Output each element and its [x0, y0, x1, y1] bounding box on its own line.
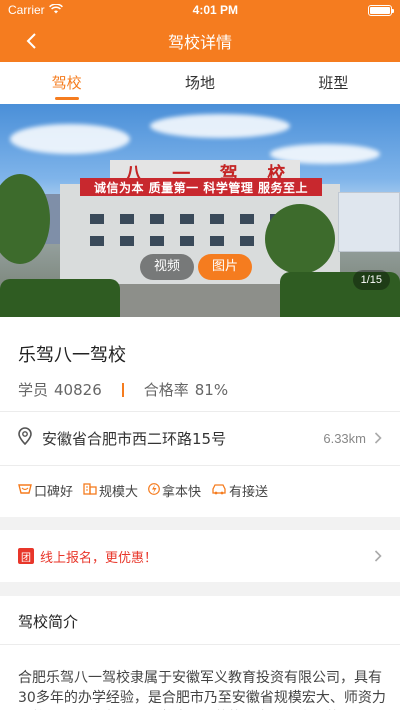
online-signup-promo[interactable]: 团 线上报名，更优惠！ — [0, 530, 400, 582]
tab-class-type[interactable]: 班型 — [267, 62, 400, 104]
status-bar: Carrier 4:01 PM — [0, 0, 400, 20]
video-button[interactable]: 视频 — [140, 254, 195, 280]
feature-tags: 口碑好 规模大 拿本快 有接送 — [18, 481, 268, 500]
school-photo-carousel[interactable]: 八一 驾校 诚信为本 质量第一 科学管理 服务至上 视频 图片 1/15 — [0, 104, 400, 317]
pass-rate-value: 81% — [194, 380, 229, 399]
intro-title: 驾校简介 — [18, 613, 79, 631]
carrier-label: Carrier — [8, 3, 45, 17]
distance-text: 6.33km — [323, 430, 366, 446]
group-badge-icon: 团 — [18, 548, 34, 564]
status-time: 4:01 PM — [192, 3, 239, 17]
feature-reputation: 口碑好 — [18, 481, 73, 500]
back-button[interactable] — [18, 29, 44, 53]
photo-button[interactable]: 图片 — [198, 254, 253, 280]
reputation-icon — [18, 483, 32, 499]
feature-scale: 规模大 — [83, 481, 138, 500]
tab-bar: 驾校 场地 班型 — [0, 62, 400, 104]
school-intro-section: 驾校简介 合肥乐驾八一驾校隶属于安徽军义教育投资有限公司，具有30多年的办学经验… — [0, 596, 400, 710]
tab-venue[interactable]: 场地 — [133, 62, 266, 104]
chevron-left-icon — [26, 33, 36, 49]
students-value: 40826 — [54, 380, 102, 399]
address-row[interactable]: 安徽省合肥市西二环路15号 6.33km — [0, 411, 400, 465]
promo-text: 线上报名，更优惠！ — [40, 550, 158, 566]
chevron-right-icon — [374, 429, 382, 448]
lightning-icon — [148, 482, 160, 500]
billboard-right — [338, 192, 400, 252]
pass-rate-label: 合格率 — [143, 381, 189, 399]
building-icon — [83, 482, 97, 499]
road — [100, 284, 280, 317]
chevron-right-icon — [374, 547, 382, 566]
divider — [0, 465, 400, 466]
feature-pickup: 有接送 — [211, 481, 268, 500]
location-pin-icon — [18, 427, 32, 449]
tree — [0, 174, 50, 264]
page-title: 驾校详情 — [167, 33, 232, 52]
media-switch: 视频 图片 — [140, 254, 253, 280]
tree — [265, 204, 335, 274]
school-stats: 学员 40826 合格率 81% — [18, 379, 228, 400]
intro-body: 合肥乐驾八一驾校隶属于安徽军义教育投资有限公司，具有30多年的办学经验，是合肥市… — [18, 670, 386, 706]
nav-bar: 驾校详情 — [0, 20, 400, 62]
address-text: 安徽省合肥市西二环路15号 — [42, 429, 227, 448]
feature-fast: 拿本快 — [148, 481, 201, 500]
divider — [0, 644, 400, 645]
students-label: 学员 — [18, 381, 49, 399]
wifi-icon — [48, 3, 63, 17]
stats-divider — [121, 382, 124, 397]
image-counter: 1/15 — [352, 270, 390, 290]
slogan-banner: 诚信为本 质量第一 科学管理 服务至上 — [80, 178, 322, 196]
school-info-card: 乐驾八一驾校 学员 40826 合格率 81% 安徽省合肥市西二环路15号 6.… — [0, 317, 400, 517]
school-name: 乐驾八一驾校 — [18, 345, 126, 366]
tab-school[interactable]: 驾校 — [0, 62, 133, 104]
car-icon — [211, 483, 227, 499]
battery-icon — [368, 4, 394, 16]
header: Carrier 4:01 PM 驾校详情 — [0, 0, 400, 62]
hedge — [0, 279, 120, 317]
